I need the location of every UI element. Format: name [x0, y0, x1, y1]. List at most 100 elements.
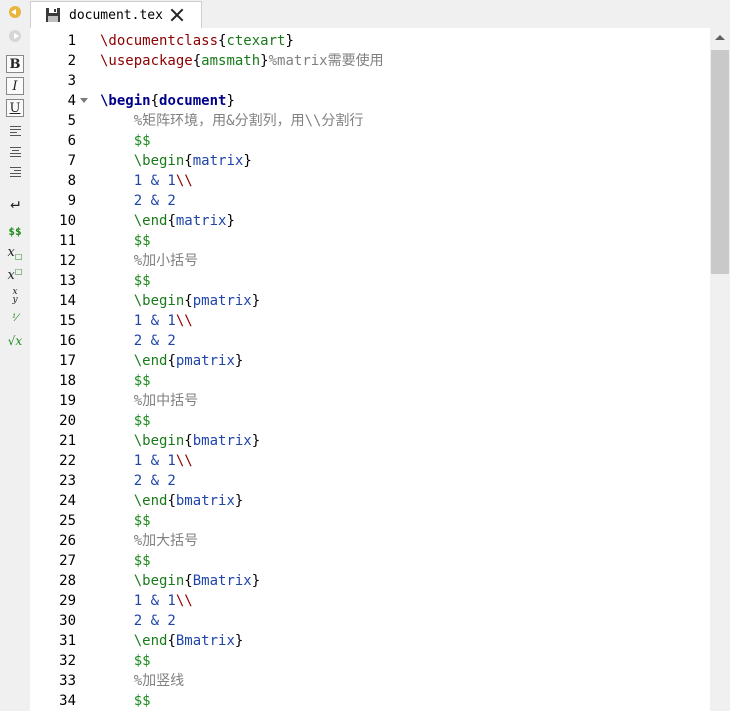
- code-token: }: [251, 293, 261, 309]
- code-line[interactable]: 2 & 2: [100, 331, 176, 351]
- code-line[interactable]: $$: [100, 371, 151, 391]
- code-line[interactable]: 2 & 2: [100, 611, 176, 631]
- align-center-icon[interactable]: [6, 143, 24, 161]
- align-left-icon[interactable]: [6, 122, 24, 140]
- code-line[interactable]: \end{pmatrix}: [100, 351, 244, 371]
- code-token: pmatrix: [175, 353, 235, 369]
- line-number: 29: [59, 593, 76, 609]
- code-line[interactable]: 1 & 1\\: [100, 591, 193, 611]
- line-number: 20: [59, 413, 76, 429]
- code-line[interactable]: \begin{bmatrix}: [100, 431, 260, 451]
- code-line[interactable]: \begin{pmatrix}: [100, 291, 260, 311]
- close-icon[interactable]: [169, 7, 185, 23]
- code-line[interactable]: $$: [100, 691, 151, 711]
- line-number: 13: [59, 273, 76, 289]
- fraction-bar-icon[interactable]: ⅟: [6, 309, 24, 327]
- code-line[interactable]: \end{Bmatrix}: [100, 631, 244, 651]
- code-token: 1 & 1: [133, 593, 176, 609]
- code-line[interactable]: \documentclass{ctexart}: [100, 31, 294, 51]
- code-line[interactable]: 2 & 2: [100, 471, 176, 491]
- tab-document[interactable]: document.tex: [30, 1, 202, 28]
- code-line[interactable]: \end{matrix}: [100, 211, 235, 231]
- subscript-icon[interactable]: x □: [6, 243, 24, 262]
- code-line[interactable]: $$: [100, 551, 151, 571]
- line-number: 5: [67, 113, 76, 129]
- code-token: {: [184, 293, 193, 309]
- code-line[interactable]: 1 & 1\\: [100, 451, 193, 471]
- code-token: \documentclass: [100, 33, 219, 49]
- code-line[interactable]: \usepackage{amsmath}%matrix需要使用: [100, 51, 384, 71]
- code-line[interactable]: 1 & 1\\: [100, 311, 193, 331]
- italic-button[interactable]: I: [6, 77, 24, 95]
- scroll-thumb[interactable]: [711, 50, 729, 274]
- code-token: {: [184, 573, 193, 589]
- back-icon[interactable]: [9, 6, 21, 18]
- code-line[interactable]: $$: [100, 411, 151, 431]
- tab-title: document.tex: [69, 7, 163, 23]
- code-line[interactable]: $$: [100, 651, 151, 671]
- code-line[interactable]: 1 & 1\\: [100, 171, 193, 191]
- code-line[interactable]: \begin{Bmatrix}: [100, 571, 260, 591]
- vertical-scrollbar[interactable]: [710, 28, 730, 711]
- code-line[interactable]: $$: [100, 271, 151, 291]
- code-token: {: [167, 353, 176, 369]
- fold-toggle-icon[interactable]: [80, 98, 88, 103]
- line-number: 31: [59, 633, 76, 649]
- code-line[interactable]: %加小括号: [100, 251, 198, 271]
- line-number: 26: [59, 533, 76, 549]
- code-editor[interactable]: 1 2 3 4 5 6 7 8 9 10 11 12 13 14 15 16 17 18 19 20 21 22 23 24 2…: [30, 28, 710, 711]
- fraction-icon[interactable]: xy: [6, 287, 24, 305]
- code-token: }: [234, 493, 244, 509]
- line-number: 4: [67, 93, 76, 109]
- code-token: Bmatrix: [175, 633, 235, 649]
- code-line[interactable]: %矩阵环境，用&分割列，用\\分割行: [100, 111, 364, 131]
- newline-icon[interactable]: ↵: [6, 193, 24, 212]
- line-number: 11: [59, 233, 76, 249]
- code-token: }: [251, 433, 261, 449]
- line-number: 33: [59, 673, 76, 689]
- line-number-gutter: 1 2 3 4 5 6 7 8 9 10 11 12 13 14 15 16 17 18 19 20 21 22 23 24 2…: [30, 28, 100, 711]
- math-inline-button[interactable]: $$: [6, 222, 24, 240]
- bold-button[interactable]: B: [6, 55, 24, 73]
- code-line[interactable]: \end{bmatrix}: [100, 491, 244, 511]
- code-token: $$: [133, 693, 151, 709]
- line-number: 7: [67, 153, 76, 169]
- code-line[interactable]: %加大括号: [100, 531, 198, 551]
- code-token: 2 & 2: [133, 333, 176, 349]
- code-line[interactable]: $$: [100, 231, 151, 251]
- code-token: }: [234, 633, 244, 649]
- code-line[interactable]: $$: [100, 131, 151, 151]
- code-token: pmatrix: [192, 293, 252, 309]
- code-line[interactable]: %加中括号: [100, 391, 198, 411]
- save-icon[interactable]: [45, 7, 61, 23]
- sqrt-icon[interactable]: √x: [6, 332, 24, 350]
- code-line[interactable]: $$: [100, 511, 151, 531]
- superscript-icon[interactable]: x □: [6, 266, 24, 284]
- code-token: {: [150, 93, 160, 109]
- code-token: 1 & 1: [133, 453, 176, 469]
- code-token: ctexart: [226, 33, 286, 49]
- line-number: 23: [59, 473, 76, 489]
- scroll-up-icon[interactable]: [710, 28, 730, 46]
- superscript-label: x: [7, 267, 15, 283]
- code-line[interactable]: %加竖线: [100, 671, 184, 691]
- underline-button[interactable]: U: [6, 99, 24, 117]
- forward-icon[interactable]: [9, 30, 21, 42]
- code-area[interactable]: \documentclass{ctexart} \usepackage{amsma…: [100, 28, 710, 711]
- code-line[interactable]: \begin{matrix}: [100, 151, 252, 171]
- line-number: 8: [67, 173, 76, 189]
- code-line[interactable]: 2 & 2: [100, 191, 176, 211]
- line-number: 34: [59, 693, 76, 709]
- align-right-icon[interactable]: [6, 163, 24, 181]
- code-line[interactable]: \begin{document}: [100, 91, 235, 111]
